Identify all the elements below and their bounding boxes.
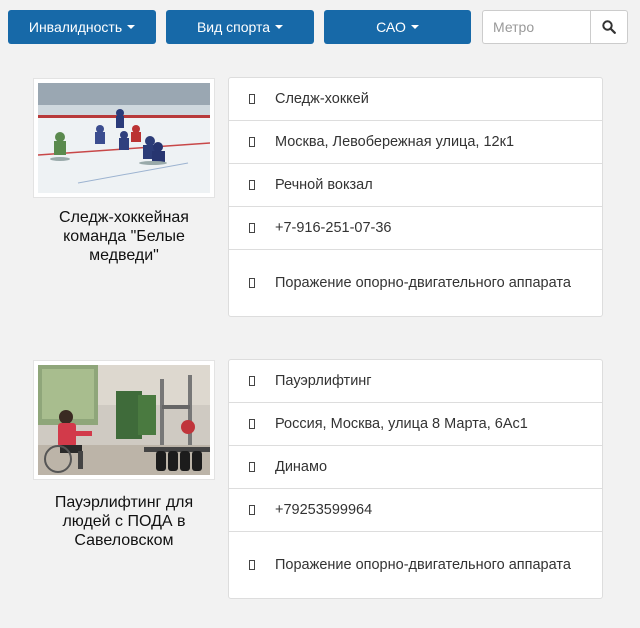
disability-filter-label: Инвалидность (28, 19, 123, 35)
card-title[interactable]: Следж-хоккейная команда "Белые медведи" (33, 208, 215, 265)
metro-row: Динамо (229, 446, 602, 489)
sport-text: Пауэрлифтинг (275, 373, 372, 389)
card-details: Следж-хоккей Москва, Левобережная улица,… (228, 77, 603, 317)
disability-icon (249, 278, 255, 288)
search-icon (602, 20, 616, 34)
sport-filter-label: Вид спорта (196, 19, 271, 35)
powerlifting-gym-image (38, 365, 210, 475)
district-filter-label: САО (376, 19, 406, 35)
sledge-hockey-photo[interactable] (33, 78, 215, 198)
sport-icon (249, 94, 255, 104)
address-text: Россия, Москва, улица 8 Марта, 6Ас1 (275, 416, 528, 432)
metro-search (482, 10, 628, 44)
disability-filter-dropdown[interactable]: Инвалидность (8, 10, 156, 44)
metro-text: Речной вокзал (275, 177, 373, 193)
sport-filter-dropdown[interactable]: Вид спорта (166, 10, 314, 44)
sport-text: Следж-хоккей (275, 91, 369, 107)
disability-text: Поражение опорно-двигательного аппарата (275, 275, 571, 291)
address-row: Россия, Москва, улица 8 Марта, 6Ас1 (229, 403, 602, 446)
metro-icon (249, 462, 255, 472)
caret-down-icon (275, 25, 284, 29)
metro-text: Динамо (275, 459, 328, 475)
metro-row: Речной вокзал (229, 164, 602, 207)
phone-text[interactable]: +79253599964 (275, 499, 384, 521)
phone-icon (249, 223, 255, 233)
sport-icon (249, 376, 255, 386)
phone-text[interactable]: +7-916-251-07-36 (275, 217, 404, 239)
address-text: Москва, Левобережная улица, 12к1 (275, 134, 515, 150)
address-row: Москва, Левобережная улица, 12к1 (229, 121, 602, 164)
phone-icon (249, 505, 255, 515)
disability-text: Поражение опорно-двигательного аппарата (275, 557, 571, 573)
caret-down-icon (410, 25, 419, 29)
address-icon (249, 137, 255, 147)
metro-search-input[interactable] (482, 10, 590, 44)
search-button[interactable] (590, 10, 628, 44)
card-title[interactable]: Пауэрлифтинг для людей с ПОДА в Савеловс… (33, 493, 215, 550)
disability-row: Поражение опорно-двигательного аппарата (229, 250, 602, 316)
district-filter-dropdown[interactable]: САО (324, 10, 471, 44)
disability-row: Поражение опорно-двигательного аппарата (229, 532, 602, 598)
sledge-hockey-image (38, 83, 210, 193)
caret-down-icon (127, 25, 136, 29)
disability-icon (249, 560, 255, 570)
powerlifting-gym-photo[interactable] (33, 360, 215, 480)
address-icon (249, 419, 255, 429)
metro-icon (249, 180, 255, 190)
sport-row: Следж-хоккей (229, 78, 602, 121)
sport-row: Пауэрлифтинг (229, 360, 602, 403)
phone-row: +7-916-251-07-36 (229, 207, 602, 250)
phone-row: +79253599964 (229, 489, 602, 532)
card-details: Пауэрлифтинг Россия, Москва, улица 8 Мар… (228, 359, 603, 599)
